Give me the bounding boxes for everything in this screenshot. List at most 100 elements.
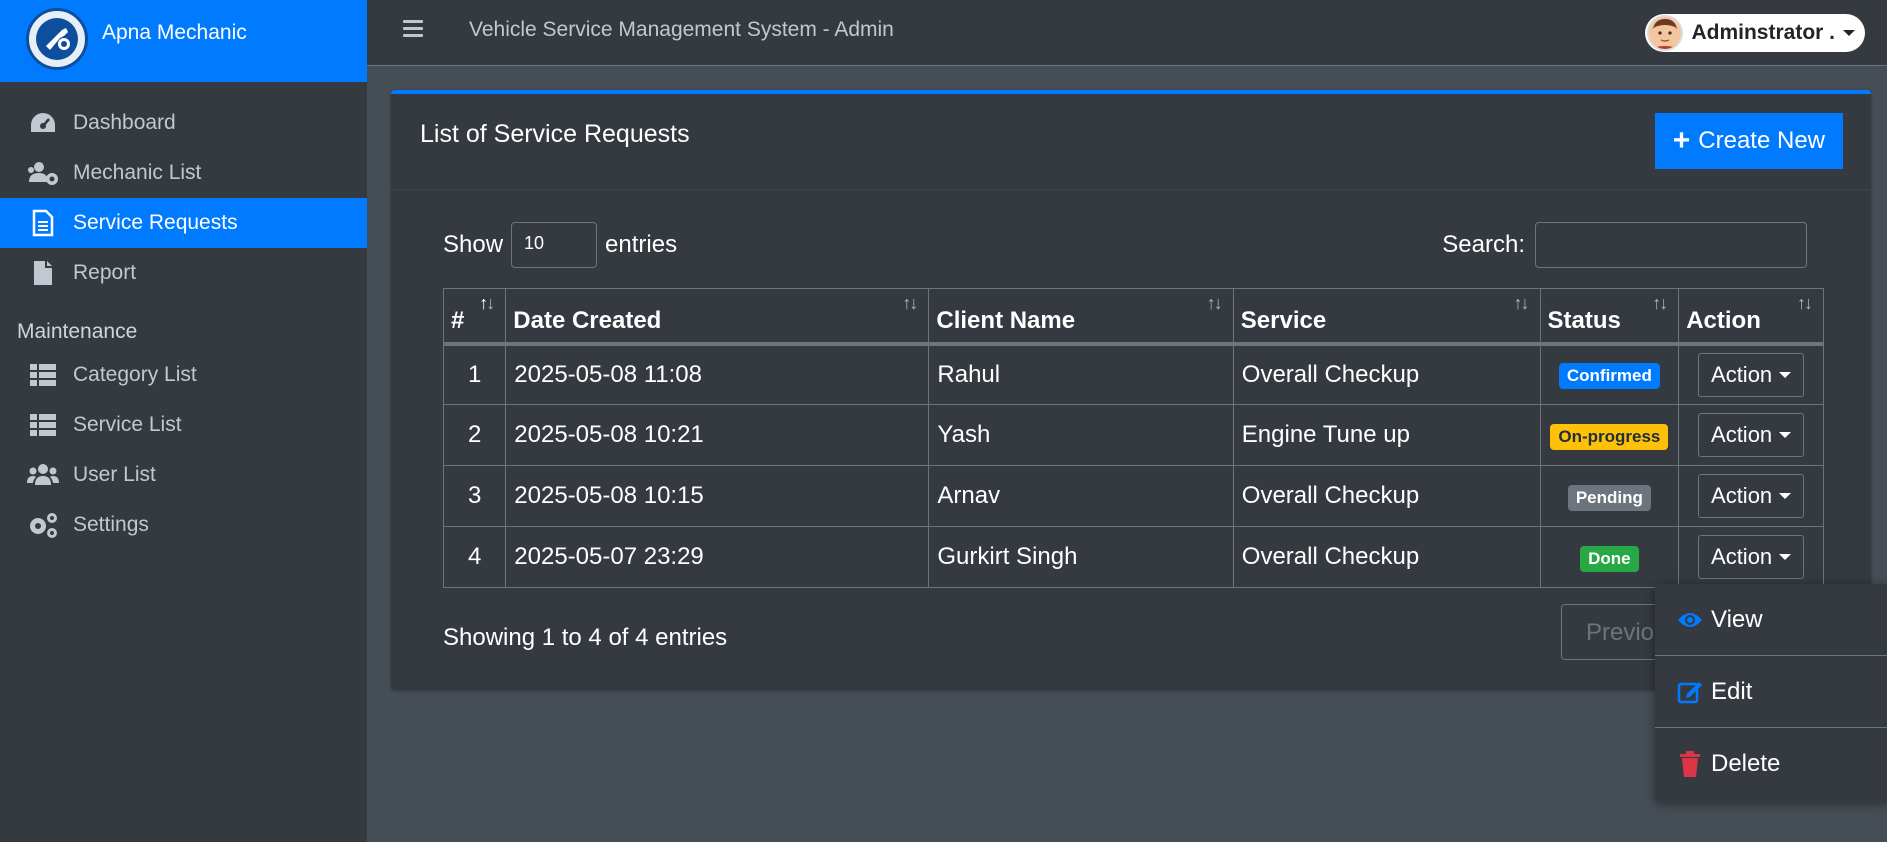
sort-icon: ↑↓ bbox=[1206, 293, 1223, 313]
sidebar-item-settings[interactable]: Settings bbox=[0, 500, 367, 550]
user-menu[interactable]: Adminstrator . bbox=[1645, 14, 1865, 52]
status-badge: Confirmed bbox=[1558, 363, 1660, 390]
client-name-cell: Rahul bbox=[928, 343, 1234, 405]
column-header-status[interactable]: Status ↑↓ bbox=[1539, 288, 1680, 346]
status-badge: On-progress bbox=[1550, 423, 1669, 450]
service-cell: Overall Checkup bbox=[1232, 343, 1541, 405]
brand-logo bbox=[26, 8, 88, 70]
sidebar-item-service-requests[interactable]: Service Requests bbox=[0, 198, 367, 248]
row-number: 3 bbox=[442, 465, 507, 527]
action-dropdown-menu: View Edit Delete bbox=[1655, 584, 1887, 802]
create-new-button[interactable]: + Create New bbox=[1654, 113, 1843, 169]
sidebar-item-report[interactable]: Report bbox=[0, 248, 367, 298]
status-cell: Confirmed bbox=[1539, 343, 1680, 405]
sidebar-item-category-list[interactable]: Category List bbox=[0, 350, 367, 400]
action-cell: Action bbox=[1678, 526, 1824, 588]
chevron-down-icon bbox=[1779, 371, 1792, 378]
table-list-icon bbox=[27, 361, 59, 389]
column-header-date-created[interactable]: Date Created ↑↓ bbox=[505, 288, 930, 346]
edit-label: Edit bbox=[1711, 677, 1753, 705]
sidebar-item-label: Mechanic List bbox=[73, 161, 202, 184]
sidebar-item-dashboard[interactable]: Dashboard bbox=[0, 98, 367, 148]
table-row: 2 2025-05-08 10:21 Yash Engine Tune up On-pr… bbox=[442, 404, 1824, 466]
status-cell: On-progress bbox=[1539, 404, 1680, 466]
table-header-row: # ↑↓ Date Created ↑↓ Client Name ↑↓ Service… bbox=[442, 288, 1824, 346]
search-input[interactable] bbox=[1535, 222, 1807, 268]
create-new-label: Create New bbox=[1698, 127, 1825, 154]
action-label: Action bbox=[1711, 544, 1773, 569]
action-dropdown-button[interactable]: Action bbox=[1698, 413, 1805, 457]
entries-length-control: Show 10 entries bbox=[443, 222, 677, 268]
service-cell: Overall Checkup bbox=[1232, 465, 1541, 527]
user-name: Adminstrator . bbox=[1691, 21, 1835, 44]
edit-menu-item[interactable]: Edit bbox=[1655, 656, 1887, 728]
eye-icon bbox=[1677, 607, 1703, 633]
sidebar-item-label: User List bbox=[73, 463, 156, 486]
action-cell: Action bbox=[1678, 465, 1824, 527]
entries-label: entries bbox=[605, 231, 678, 258]
trash-icon bbox=[1677, 751, 1703, 777]
action-dropdown-button[interactable]: Action bbox=[1698, 352, 1805, 397]
users-cog-icon bbox=[27, 159, 59, 187]
table-row: 3 2025-05-08 10:15 Arnav Overall Checkup Pen… bbox=[442, 465, 1824, 527]
service-cell: Overall Checkup bbox=[1232, 526, 1541, 588]
table-info: Showing 1 to 4 of 4 entries bbox=[443, 624, 728, 651]
sort-icon: ↑↓ bbox=[902, 293, 918, 313]
file-document-icon bbox=[27, 209, 59, 237]
chevron-down-icon bbox=[1779, 554, 1792, 560]
column-header-client-name[interactable]: Client Name ↑↓ bbox=[928, 288, 1234, 346]
topbar: Vehicle Service Management System - Admi… bbox=[367, 0, 1887, 66]
chevron-down-icon bbox=[1779, 432, 1792, 438]
sidebar: Apna Mechanic Dashboard Mechanic List Se… bbox=[0, 0, 367, 842]
entries-select[interactable]: 10 bbox=[511, 222, 598, 268]
table-body: 1 2025-05-08 11:08 Rahul Overall Checkup Con… bbox=[442, 343, 1824, 588]
service-requests-card: List of Service Requests + Create New Sh… bbox=[391, 90, 1871, 690]
users-icon bbox=[27, 461, 59, 489]
row-number: 2 bbox=[442, 404, 507, 466]
status-badge: Pending bbox=[1567, 484, 1651, 511]
column-header-service[interactable]: Service ↑↓ bbox=[1232, 288, 1541, 346]
action-dropdown-button[interactable]: Action bbox=[1698, 474, 1805, 518]
status-badge: Done bbox=[1580, 545, 1639, 572]
delete-menu-item[interactable]: Delete bbox=[1655, 728, 1887, 800]
sidebar-item-user-list[interactable]: User List bbox=[0, 450, 367, 500]
action-dropdown-button[interactable]: Action bbox=[1698, 535, 1805, 579]
avatar bbox=[1647, 15, 1684, 51]
table-list-icon bbox=[27, 411, 59, 439]
date-created-cell: 2025-05-08 10:15 bbox=[505, 465, 930, 527]
sidebar-item-label: Service Requests bbox=[73, 211, 238, 234]
service-cell: Engine Tune up bbox=[1232, 404, 1541, 466]
edit-icon bbox=[1677, 679, 1703, 705]
sort-icon: ↑↓ bbox=[479, 293, 495, 313]
hamburger-menu-icon[interactable] bbox=[403, 20, 423, 38]
client-name-cell: Gurkirt Singh bbox=[928, 526, 1234, 588]
chevron-down-icon bbox=[1843, 30, 1855, 36]
plus-icon: + bbox=[1672, 124, 1691, 157]
maintenance-header: Maintenance bbox=[17, 320, 138, 343]
brand[interactable]: Apna Mechanic bbox=[0, 0, 367, 82]
table-search: Search: bbox=[1442, 222, 1807, 268]
sidebar-item-mechanic-list[interactable]: Mechanic List bbox=[0, 148, 367, 198]
action-label: Action bbox=[1711, 483, 1773, 508]
card-header: List of Service Requests + Create New bbox=[391, 94, 1871, 190]
action-cell: Action bbox=[1678, 343, 1824, 405]
status-cell: Done bbox=[1539, 526, 1680, 588]
row-number: 4 bbox=[442, 526, 507, 588]
view-menu-item[interactable]: View bbox=[1655, 584, 1887, 656]
action-label: Action bbox=[1711, 361, 1773, 387]
brand-name: Apna Mechanic bbox=[102, 21, 247, 44]
client-name-cell: Yash bbox=[928, 404, 1234, 466]
dashboard-gauge-icon bbox=[27, 109, 59, 137]
row-number: 1 bbox=[442, 343, 507, 405]
table-row: 1 2025-05-08 11:08 Rahul Overall Checkup Con… bbox=[442, 343, 1824, 405]
sidebar-item-label: Service List bbox=[73, 413, 182, 436]
cogs-icon bbox=[27, 511, 59, 539]
sidebar-item-label: Report bbox=[73, 261, 137, 284]
status-cell: Pending bbox=[1539, 465, 1680, 527]
service-requests-table: # ↑↓ Date Created ↑↓ Client Name ↑↓ Service… bbox=[442, 288, 1824, 588]
column-header-action[interactable]: Action ↑↓ bbox=[1678, 288, 1824, 346]
column-header-number[interactable]: # ↑↓ bbox=[442, 288, 507, 346]
page-title: List of Service Requests bbox=[420, 120, 690, 148]
sidebar-item-label: Settings bbox=[73, 513, 149, 536]
sidebar-item-service-list[interactable]: Service List bbox=[0, 400, 367, 450]
